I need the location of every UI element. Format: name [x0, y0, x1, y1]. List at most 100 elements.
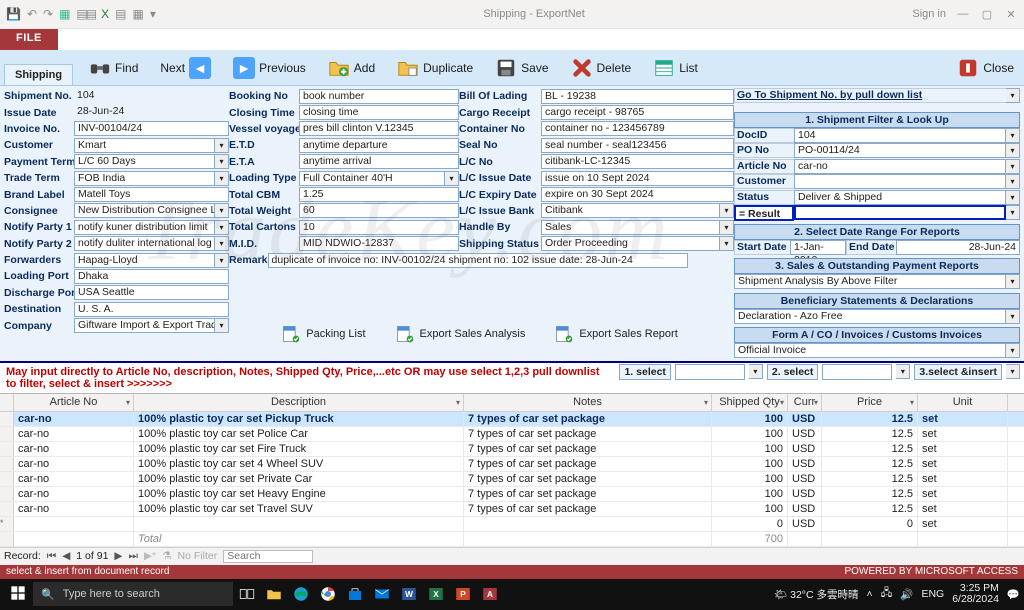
- shipping-status-dropdown-icon[interactable]: ▾: [720, 236, 734, 251]
- cell-curr[interactable]: USD: [788, 502, 822, 516]
- booking-no-input[interactable]: book number: [299, 89, 459, 104]
- cell-curr[interactable]: USD: [788, 442, 822, 456]
- articleno-input[interactable]: car-no: [794, 159, 1006, 174]
- weather-widget[interactable]: 🌤 32°C 多雲時晴: [774, 587, 859, 602]
- cell-price[interactable]: 0: [822, 517, 918, 531]
- tray-network-icon[interactable]: 🖧: [881, 585, 893, 603]
- nav-prev-icon[interactable]: ◀: [62, 550, 70, 562]
- cell-description[interactable]: [134, 517, 464, 531]
- qat-misc2-icon[interactable]: ▤▤: [76, 7, 95, 21]
- cell-unit[interactable]: set: [918, 427, 1008, 441]
- cell-price[interactable]: 12.5: [822, 472, 918, 486]
- handle-by-input[interactable]: Sales: [541, 220, 720, 235]
- cell-article[interactable]: car-no: [14, 442, 134, 456]
- goto-shipment-dropdown-icon[interactable]: ▾: [1006, 88, 1020, 103]
- cell-notes[interactable]: 7 types of car set package: [464, 427, 712, 441]
- lc-bank-dropdown-icon[interactable]: ▾: [720, 203, 734, 218]
- close-window-icon[interactable]: ✕: [1004, 8, 1018, 21]
- shipment-analysis-dropdown-icon[interactable]: ▾: [1006, 274, 1020, 289]
- handle-by-dropdown-icon[interactable]: ▾: [720, 220, 734, 235]
- discharge-port-input[interactable]: USA Seattle: [74, 285, 229, 300]
- sort-icon[interactable]: ▾: [814, 398, 818, 407]
- cell-description[interactable]: 100% plastic toy car set Private Car: [134, 472, 464, 486]
- shipment-analysis-select[interactable]: Shipment Analysis By Above Filter: [734, 274, 1006, 289]
- file-tab[interactable]: FILE: [0, 29, 58, 50]
- cell-unit[interactable]: set: [918, 442, 1008, 456]
- find-button[interactable]: Find: [83, 55, 144, 81]
- cell-article[interactable]: car-no: [14, 412, 134, 426]
- explorer-icon[interactable]: [261, 581, 287, 607]
- mail-icon[interactable]: [369, 581, 395, 607]
- cell-shipped[interactable]: 100: [712, 472, 788, 486]
- cell-article[interactable]: car-no: [14, 472, 134, 486]
- lc-bank-input[interactable]: Citibank: [541, 203, 720, 218]
- rcustomer-input[interactable]: [794, 174, 1006, 189]
- packing-list-button[interactable]: Packing List: [280, 324, 365, 344]
- qat-excel-icon[interactable]: X: [101, 7, 109, 21]
- container-no-input[interactable]: container no - 123456789: [541, 121, 734, 136]
- sort-icon[interactable]: ▾: [456, 398, 460, 407]
- consignee-input[interactable]: New Distribution Consignee Li: [74, 203, 215, 218]
- cell-curr[interactable]: USD: [788, 487, 822, 501]
- minimize-icon[interactable]: —: [956, 8, 970, 20]
- table-row[interactable]: car-no100% plastic toy car set Fire Truc…: [0, 442, 1024, 457]
- tray-lang-icon[interactable]: ENG: [921, 588, 944, 600]
- maximize-icon[interactable]: ▢: [980, 8, 994, 21]
- cell-article[interactable]: [14, 517, 134, 531]
- payment-term-dropdown-icon[interactable]: ▾: [215, 154, 229, 169]
- col-header-article[interactable]: Article No▾: [14, 394, 134, 411]
- company-dropdown-icon[interactable]: ▾: [215, 318, 229, 333]
- word-icon[interactable]: W: [396, 581, 422, 607]
- company-input[interactable]: Giftware Import & Export Trad: [74, 318, 215, 333]
- row-selector[interactable]: [0, 427, 14, 441]
- row-selector[interactable]: [0, 502, 14, 516]
- taskview-icon[interactable]: [234, 581, 260, 607]
- qat-misc3-icon[interactable]: ▤: [115, 7, 126, 21]
- mid-input[interactable]: MID NDWIO-12837: [299, 236, 459, 251]
- col-header-price[interactable]: Price▾: [822, 394, 918, 411]
- cell-curr[interactable]: USD: [788, 457, 822, 471]
- loading-type-dropdown-icon[interactable]: ▾: [445, 171, 459, 186]
- articleno-dropdown-icon[interactable]: ▾: [1006, 159, 1020, 174]
- cell-notes[interactable]: 7 types of car set package: [464, 412, 712, 426]
- cell-curr[interactable]: USD: [788, 517, 822, 531]
- etd-input[interactable]: anytime departure: [299, 138, 459, 153]
- lc-expiry-input[interactable]: expire on 30 Sept 2024: [541, 187, 734, 202]
- start-date-input[interactable]: 1-Jan-2010: [790, 240, 846, 255]
- customer-input[interactable]: Kmart: [74, 138, 215, 153]
- sort-icon[interactable]: ▾: [780, 398, 784, 407]
- cell-description[interactable]: 100% plastic toy car set Police Car: [134, 427, 464, 441]
- select1-input[interactable]: [675, 364, 745, 380]
- cell-price[interactable]: 12.5: [822, 502, 918, 516]
- table-row[interactable]: car-no100% plastic toy car set Travel SU…: [0, 502, 1024, 517]
- payment-term-input[interactable]: L/C 60 Days: [74, 154, 215, 169]
- closing-time-input[interactable]: closing time: [299, 105, 459, 120]
- store-icon[interactable]: [342, 581, 368, 607]
- next-button[interactable]: Next ◄: [154, 55, 217, 81]
- cell-unit[interactable]: set: [918, 457, 1008, 471]
- cell-shipped[interactable]: 100: [712, 442, 788, 456]
- forwarders-input[interactable]: Hapag-Lloyd: [74, 253, 215, 268]
- filter-icon[interactable]: ⚗: [162, 550, 171, 562]
- cell-shipped[interactable]: 100: [712, 502, 788, 516]
- seal-no-input[interactable]: seal number - seal123456: [541, 138, 734, 153]
- cell-unit[interactable]: set: [918, 472, 1008, 486]
- total-weight-input[interactable]: 60: [299, 203, 459, 218]
- cell-shipped[interactable]: 100: [712, 412, 788, 426]
- notify1-input[interactable]: notify kuner distribution limit: [74, 220, 215, 235]
- end-date-input[interactable]: 28-Jun-24: [896, 240, 1020, 255]
- table-row[interactable]: car-no100% plastic toy car set Police Ca…: [0, 427, 1024, 442]
- result-dropdown-icon[interactable]: ▾: [1006, 205, 1020, 220]
- tab-shipping[interactable]: Shipping: [4, 64, 73, 85]
- taskbar-search[interactable]: 🔍 Type here to search: [33, 582, 233, 606]
- tray-clock[interactable]: 3:25 PM 6/28/2024: [952, 583, 999, 605]
- qat-undo-icon[interactable]: ↶: [27, 7, 37, 21]
- cell-price[interactable]: 12.5: [822, 442, 918, 456]
- cargo-receipt-input[interactable]: cargo receipt - 98765: [541, 105, 734, 120]
- tray-chevron-icon[interactable]: ˄: [867, 588, 873, 600]
- row-selector[interactable]: [0, 472, 14, 486]
- shipping-status-input[interactable]: Order Proceeding: [541, 236, 720, 251]
- sort-icon[interactable]: ▾: [126, 398, 130, 407]
- row-selector[interactable]: [0, 487, 14, 501]
- col-header-shipped[interactable]: Shipped Qty▾: [712, 394, 788, 411]
